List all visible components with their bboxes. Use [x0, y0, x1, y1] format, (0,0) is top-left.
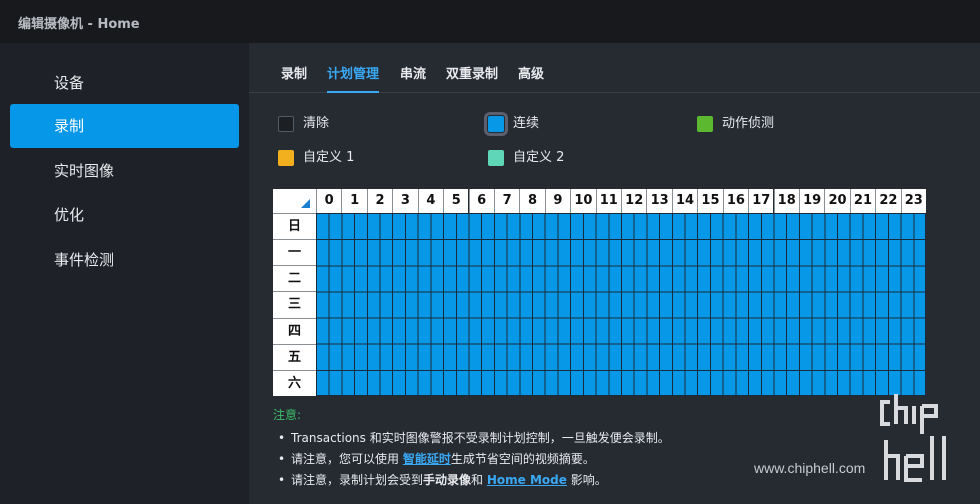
tab-advanced[interactable]: 高级 — [518, 63, 544, 93]
corner-triangle-icon — [301, 199, 310, 208]
custom2-swatch-icon — [488, 150, 504, 166]
home-mode-link[interactable]: Home Mode — [487, 473, 567, 487]
hour-label[interactable]: 12 — [621, 189, 647, 213]
note-item: 请注意，录制计划会受到手动录像和 Home Mode 影响。 — [273, 470, 670, 491]
hour-label[interactable]: 22 — [875, 189, 901, 213]
sidebar-item-recording[interactable]: 录制 — [10, 104, 239, 148]
hour-label[interactable]: 14 — [671, 189, 698, 213]
hour-label[interactable]: 6 — [468, 189, 494, 213]
select-all-corner[interactable] — [273, 189, 316, 213]
hour-label[interactable]: 5 — [443, 189, 469, 213]
day-label[interactable]: 三 — [273, 291, 316, 318]
hour-label[interactable]: 2 — [366, 189, 393, 213]
hour-label[interactable]: 7 — [493, 189, 520, 213]
hour-label[interactable]: 10 — [570, 189, 596, 213]
tab-bar: 录制 计划管理 串流 双重录制 高级 — [249, 43, 980, 93]
legend-motion-label: 动作侦测 — [722, 116, 775, 131]
hour-label[interactable]: 1 — [341, 189, 367, 213]
sidebar-item-live-view[interactable]: 实时图像 — [10, 149, 239, 193]
note-1-text: Transactions 和实时图像警报不受录制计划控制，一旦触发便会录制。 — [291, 431, 670, 445]
hour-label[interactable]: 8 — [519, 189, 545, 213]
legend-continuous-label: 连续 — [513, 116, 540, 131]
note-item: 请注意，您可以使用 智能延时生成节省空间的视频摘要。 — [273, 449, 670, 470]
hour-label[interactable]: 3 — [392, 189, 418, 213]
sidebar-item-event-detection[interactable]: 事件检测 — [10, 238, 239, 282]
hour-label[interactable]: 15 — [697, 189, 723, 213]
hour-label[interactable]: 13 — [646, 189, 672, 213]
day-label[interactable]: 五 — [273, 343, 316, 370]
hour-label[interactable]: 4 — [417, 189, 444, 213]
manual-recording-text: 手动录像 — [423, 473, 472, 487]
continuous-swatch-icon — [484, 112, 508, 136]
note-3-pre: 请注意，录制计划会受到 — [291, 473, 424, 487]
note-2-post: 生成节省空间的视频摘要。 — [450, 452, 595, 466]
chiphell-logo-icon — [880, 394, 946, 482]
tab-recording[interactable]: 录制 — [281, 63, 307, 93]
watermark-text: www.chiphell.com — [754, 460, 866, 476]
hour-label[interactable]: 11 — [595, 189, 621, 213]
note-2-pre: 请注意，您可以使用 — [291, 452, 403, 466]
hour-label[interactable]: 17 — [748, 189, 774, 213]
hour-label[interactable]: 19 — [798, 189, 825, 213]
hour-label[interactable]: 16 — [722, 189, 749, 213]
day-label[interactable]: 六 — [273, 369, 316, 396]
window-title: 编辑摄像机 - Home — [18, 17, 140, 32]
hour-label[interactable]: 20 — [824, 189, 850, 213]
day-label[interactable]: 二 — [273, 265, 316, 292]
clear-swatch-icon — [278, 116, 294, 132]
custom1-swatch-icon — [278, 150, 294, 166]
note-3-post: 影响。 — [566, 473, 607, 487]
tab-stream[interactable]: 串流 — [400, 63, 426, 93]
sidebar-item-optimize[interactable]: 优化 — [10, 193, 239, 237]
legend-custom1-label: 自定义 1 — [303, 150, 355, 165]
tab-dual-recording[interactable]: 双重录制 — [446, 63, 498, 93]
smart-timelapse-link[interactable]: 智能延时 — [403, 452, 451, 466]
day-label[interactable]: 日 — [273, 213, 316, 240]
note-item: Transactions 和实时图像警报不受录制计划控制，一旦触发便会录制。 — [273, 428, 670, 449]
hour-label[interactable]: 21 — [849, 189, 876, 213]
sidebar: 设备 录制 实时图像 优化 事件检测 — [0, 43, 249, 504]
notes: 注意: Transactions 和实时图像警报不受录制计划控制，一旦触发便会录… — [273, 406, 670, 491]
hour-label[interactable]: 18 — [773, 189, 799, 213]
hour-label[interactable]: 0 — [316, 189, 342, 213]
motion-swatch-icon — [697, 116, 713, 132]
note-3-mid: 和 — [471, 473, 487, 487]
tab-schedule[interactable]: 计划管理 — [327, 63, 380, 93]
legend-custom2-label: 自定义 2 — [513, 150, 565, 165]
hour-label[interactable]: 23 — [900, 189, 926, 213]
day-label[interactable]: 一 — [273, 239, 316, 266]
legend-clear-label: 清除 — [303, 116, 330, 131]
day-label[interactable]: 四 — [273, 317, 316, 344]
title-bar: 编辑摄像机 - Home — [0, 0, 980, 43]
schedule-cells[interactable] — [316, 213, 926, 396]
hour-label[interactable]: 9 — [544, 189, 571, 213]
notes-heading: 注意: — [273, 408, 302, 422]
main-panel: 录制 计划管理 串流 双重录制 高级 清除 连续 动作侦测 自定义 1 自定义 … — [249, 43, 980, 504]
sidebar-item-device[interactable]: 设备 — [10, 61, 239, 105]
